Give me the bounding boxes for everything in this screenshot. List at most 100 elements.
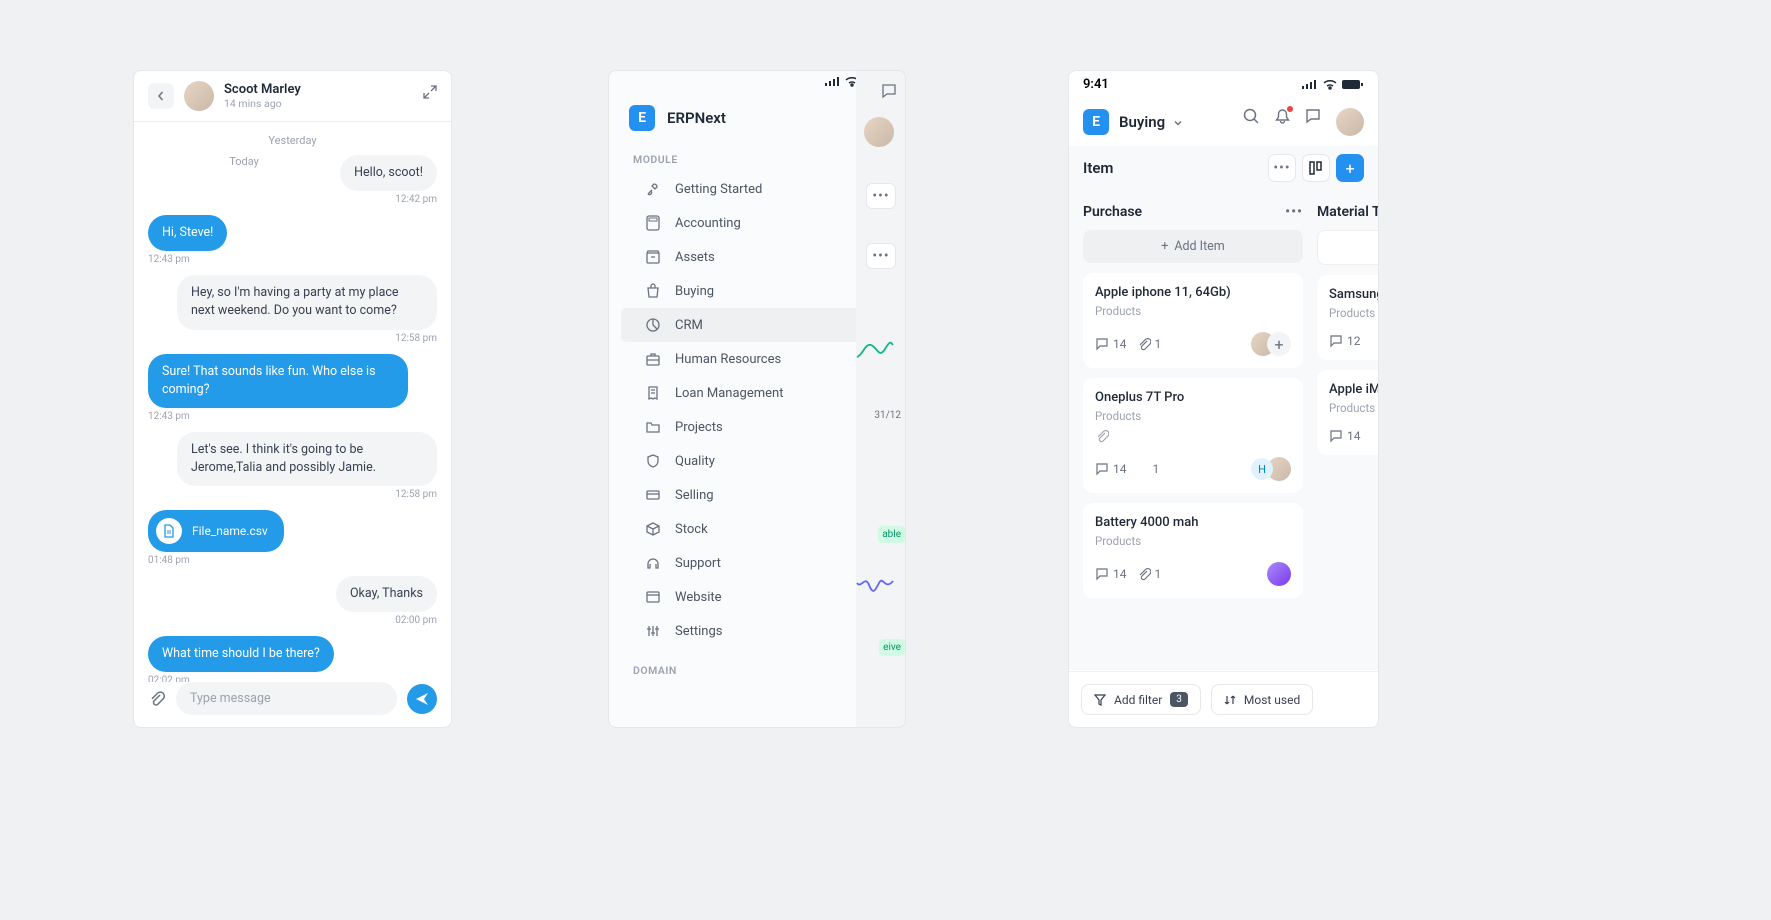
add-filter-button[interactable]: Add filter 3 — [1081, 684, 1201, 715]
view-toggle[interactable] — [1302, 154, 1330, 182]
day-separator: Yesterday — [148, 134, 437, 147]
sliders-icon — [645, 623, 661, 639]
message-bubble: Hey, so I'm having a party at my place n… — [177, 275, 437, 329]
send-icon — [415, 692, 429, 706]
card-title: Samsung — [1329, 287, 1379, 302]
sidebar-item-buying[interactable]: Buying — [621, 274, 885, 308]
kanban-header: E Buying — [1069, 98, 1378, 146]
message-bubble: Hi, Steve! — [148, 215, 227, 251]
card-subtitle: Products — [1095, 534, 1291, 548]
sidebar-item-stock[interactable]: Stock — [621, 512, 885, 546]
comment-icon — [1329, 429, 1343, 443]
search-icon[interactable] — [1243, 108, 1260, 125]
sidebar-item-label: Settings — [675, 624, 722, 639]
send-button[interactable] — [407, 684, 437, 714]
avatar[interactable] — [184, 81, 214, 111]
avatar — [1267, 562, 1291, 586]
sidebar-item-support[interactable]: Support — [621, 546, 885, 580]
add-item-button[interactable]: +Add Item — [1083, 230, 1303, 263]
sidebar-item-assets[interactable]: Assets — [621, 240, 885, 274]
sidebar-item-accounting[interactable]: Accounting — [621, 206, 885, 240]
attachment-icon[interactable] — [148, 690, 166, 708]
sidebar-item-website[interactable]: Website — [621, 580, 885, 614]
timestamp: 12:43 pm — [148, 411, 190, 422]
message-bubble: Let's see. I think it's going to be Jero… — [177, 432, 437, 486]
sidebar-item-label: CRM — [675, 318, 703, 333]
message-input[interactable]: Type message — [176, 682, 397, 715]
sidebar-item-human-resources[interactable]: Human Resources — [621, 342, 885, 376]
chat-header: Scoot Marley 14 mins ago — [134, 71, 451, 122]
add-assignee-button[interactable]: + — [1267, 332, 1291, 356]
kanban-footer: Add filter 3 Most used — [1069, 671, 1378, 727]
timestamp: 12:58 pm — [395, 333, 437, 344]
more-button[interactable]: ••• — [866, 243, 896, 269]
card-subtitle: Products — [1095, 304, 1291, 318]
chat-icon[interactable] — [1305, 108, 1322, 125]
comment-icon — [1329, 334, 1343, 348]
status-bar: 9:41 — [1069, 71, 1378, 98]
expand-button[interactable] — [423, 85, 437, 99]
board-icon — [1309, 161, 1323, 175]
chat-messages: YesterdayHello, scoot!12:42 pmHi, Steve!… — [134, 122, 451, 682]
calc-icon — [645, 215, 661, 231]
sidebar-item-getting-started[interactable]: Getting Started — [621, 172, 885, 206]
receipt-icon — [645, 385, 661, 401]
card-title: Oneplus 7T Pro — [1095, 390, 1291, 405]
sidebar-item-label: Selling — [675, 488, 714, 503]
sidebar-item-loan-management[interactable]: Loan Management — [621, 376, 885, 410]
file-attachment[interactable]: File_name.csv — [148, 510, 284, 552]
kanban-toolbar: Item ••• + — [1069, 146, 1378, 190]
kanban-card[interactable]: Battery 4000 mahProducts 14 1 — [1083, 503, 1303, 598]
sidebar-item-label: Getting Started — [675, 182, 762, 197]
avatar-initial: H — [1251, 458, 1273, 480]
card-title: Apple iM — [1329, 382, 1379, 397]
app-logo[interactable]: E — [1083, 109, 1109, 135]
module-title[interactable]: Buying — [1119, 113, 1183, 131]
column-title: Purchase — [1083, 204, 1142, 220]
status-badge: eive — [879, 639, 905, 656]
add-button[interactable]: + — [1336, 154, 1364, 182]
chat-input-bar: Type message — [134, 670, 451, 727]
timestamp: 12:43 pm — [148, 254, 190, 265]
more-button[interactable]: ••• — [1268, 154, 1296, 182]
section-module-label: MODULE — [609, 147, 897, 172]
back-button[interactable] — [148, 83, 174, 109]
sidebar-item-settings[interactable]: Settings — [621, 614, 885, 648]
sidebar-item-selling[interactable]: Selling — [621, 478, 885, 512]
comment-icon — [1095, 337, 1109, 351]
notification-button[interactable] — [1274, 108, 1291, 136]
section-domain-label: DOMAIN — [609, 658, 897, 683]
add-item-button[interactable] — [1317, 230, 1379, 265]
archive-icon — [645, 249, 661, 265]
more-button[interactable]: ••• — [866, 183, 896, 209]
comment-icon — [1095, 567, 1109, 581]
kanban-card[interactable]: Apple iMProducts 14 — [1317, 370, 1379, 455]
avatar[interactable] — [864, 117, 894, 147]
app-logo[interactable]: E — [629, 105, 655, 131]
timestamp: 01:48 pm — [148, 555, 190, 566]
sidebar-item-quality[interactable]: Quality — [621, 444, 885, 478]
sidebar-item-crm[interactable]: CRM — [621, 308, 885, 342]
filter-count-badge: 3 — [1170, 692, 1188, 707]
avatar[interactable] — [1336, 108, 1364, 136]
column-title: Material T — [1317, 204, 1379, 220]
card-subtitle: Products — [1095, 409, 1291, 423]
background-panel: ••• ••• 31/12 able eive — [856, 70, 906, 728]
kanban-card[interactable]: Oneplus 7T ProProducts 141H — [1083, 378, 1303, 493]
pie-icon — [645, 317, 661, 333]
sparkline-icon — [856, 339, 894, 363]
shield-icon — [645, 453, 661, 469]
sidebar-item-projects[interactable]: Projects — [621, 410, 885, 444]
chat-icon[interactable] — [881, 83, 897, 99]
sidebar-item-label: Accounting — [675, 216, 741, 231]
column-more-button[interactable]: ••• — [1285, 204, 1303, 220]
comment-icon — [1095, 462, 1109, 476]
sort-button[interactable]: Most used — [1211, 684, 1313, 715]
card-title: Battery 4000 mah — [1095, 515, 1291, 530]
card-subtitle: Products — [1329, 401, 1379, 415]
page-title: Item — [1083, 159, 1113, 177]
sidebar-brand: E ERPNext — [609, 93, 897, 147]
card-title: Apple iphone 11, 64Gb) — [1095, 285, 1291, 300]
kanban-card[interactable]: Apple iphone 11, 64Gb)Products 14 1+ — [1083, 273, 1303, 368]
kanban-card[interactable]: SamsungProducts 12 — [1317, 275, 1379, 360]
